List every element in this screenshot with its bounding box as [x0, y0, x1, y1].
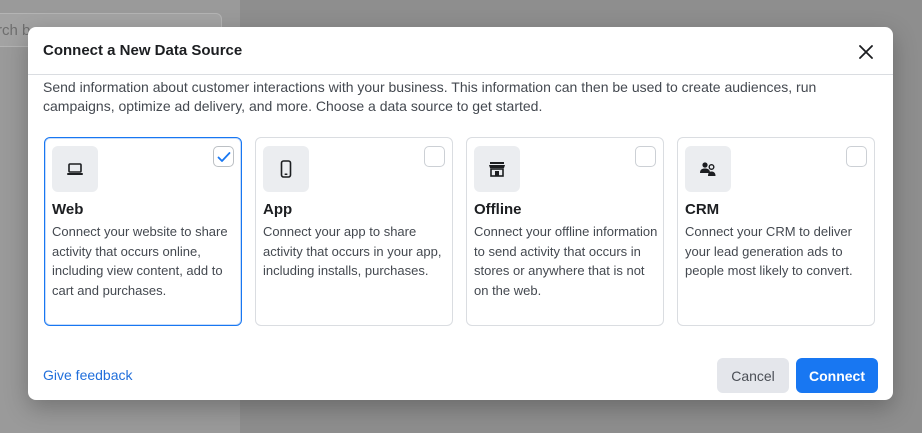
connect-data-source-dialog: Connect a New Data Source Send informati… [28, 27, 893, 400]
card-description-crm: Connect your CRM to deliver your lead ge… [685, 224, 853, 278]
card-checkbox-crm[interactable] [846, 146, 867, 167]
card-description-app: Connect your app to share activity that … [263, 224, 442, 278]
dialog-description: Send information about customer interact… [43, 79, 817, 114]
store-icon [489, 162, 505, 177]
header-divider [28, 74, 893, 75]
laptop-icon [67, 163, 83, 175]
data-source-card-app[interactable]: App Connect your app to share activity t… [255, 137, 453, 326]
card-title-crm: CRM [685, 201, 720, 218]
card-description-offline: Connect your offline information to send… [474, 224, 658, 298]
card-checkbox-app[interactable] [424, 146, 445, 167]
people-icon [700, 162, 716, 176]
card-icon-container [474, 146, 520, 192]
card-icon-container [52, 146, 98, 192]
cancel-button[interactable]: Cancel [717, 358, 789, 393]
give-feedback-link[interactable]: Give feedback [43, 367, 133, 383]
dialog-title: Connect a New Data Source [43, 42, 243, 59]
close-button[interactable] [854, 40, 878, 64]
card-title-app: App [263, 201, 293, 218]
card-checkbox-offline[interactable] [635, 146, 656, 167]
background-search-text: rch b [0, 22, 31, 39]
close-icon [859, 45, 873, 59]
card-title-web: Web [52, 201, 84, 218]
checkmark-icon [217, 151, 230, 162]
connect-button[interactable]: Connect [796, 358, 878, 393]
card-title-offline: Offline [474, 201, 522, 218]
card-checkbox-web[interactable] [213, 146, 234, 167]
data-source-card-web[interactable]: Web Connect your website to share activi… [44, 137, 242, 326]
card-description-web: Connect your website to share activity t… [52, 224, 228, 298]
data-source-card-offline[interactable]: Offline Connect your offline information… [466, 137, 664, 326]
card-icon-container [263, 146, 309, 192]
data-source-card-crm[interactable]: CRM Connect your CRM to deliver your lea… [677, 137, 875, 326]
mobile-phone-icon [280, 160, 292, 178]
card-icon-container [685, 146, 731, 192]
